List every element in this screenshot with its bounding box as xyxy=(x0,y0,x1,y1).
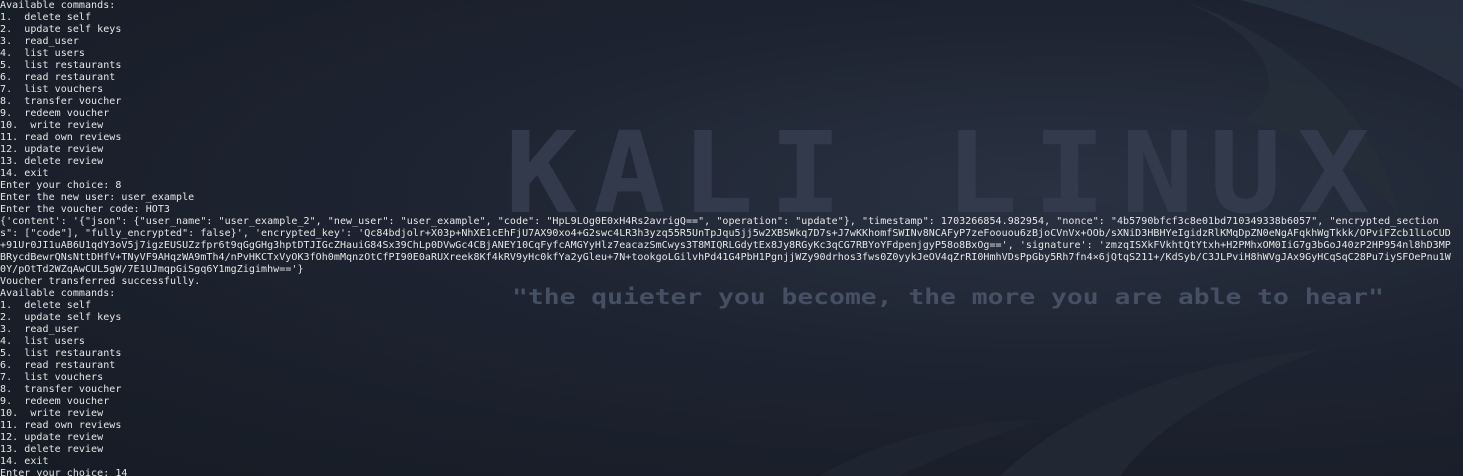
terminal-line: 3. read_user xyxy=(0,324,79,335)
terminal-line: 2. update self keys xyxy=(0,312,122,323)
terminal-line: 12. update review xyxy=(0,432,104,443)
terminal-line: 5. list restaurants xyxy=(0,60,122,71)
terminal-line: Available commands: xyxy=(0,288,116,299)
terminal-line: 14. exit xyxy=(0,456,49,467)
terminal-line: 4. list users xyxy=(0,48,85,59)
terminal-line: 7. list vouchers xyxy=(0,372,104,383)
terminal-output: Available commands: 1. delete self 2. upda… xyxy=(0,0,1463,476)
terminal-line: 10. write review xyxy=(0,408,104,419)
terminal-line: 6. read restaurant xyxy=(0,72,116,83)
terminal-line: 10. write review xyxy=(0,120,104,131)
terminal-line: 14. exit xyxy=(0,168,49,179)
terminal-line: Enter the new user: user_example xyxy=(0,192,195,203)
terminal-line: 3. read_user xyxy=(0,36,79,47)
terminal-line: 8. transfer voucher xyxy=(0,384,122,395)
terminal-line: Voucher transferred successfully. xyxy=(0,276,201,287)
terminal-line: 5. list restaurants xyxy=(0,348,122,359)
server-response-line: {'content': '{"json": {"user_name": "use… xyxy=(0,216,1451,275)
terminal-line: 9. redeem voucher xyxy=(0,108,110,119)
terminal-line: 13. delete review xyxy=(0,444,104,455)
terminal-line: 7. list vouchers xyxy=(0,84,104,95)
terminal-window[interactable]: KALI LINUX "the quieter you become, the … xyxy=(0,0,1463,476)
terminal-line: 11. read own reviews xyxy=(0,420,122,431)
terminal-line: 11. read own reviews xyxy=(0,132,122,143)
terminal-line: 1. delete self xyxy=(0,300,92,311)
terminal-line: 8. transfer voucher xyxy=(0,96,122,107)
terminal-line: Enter your choice: 8 xyxy=(0,180,122,191)
terminal-line: 1. delete self xyxy=(0,12,92,23)
terminal-line: 6. read restaurant xyxy=(0,360,116,371)
terminal-line: Enter your choice: 14 xyxy=(0,468,128,476)
terminal-line: Enter the voucher code: HOT3 xyxy=(0,204,170,215)
terminal-line: 2. update self keys xyxy=(0,24,122,35)
terminal-line: Available commands: xyxy=(0,0,116,11)
terminal-line: 4. list users xyxy=(0,336,85,347)
terminal-line: 9. redeem voucher xyxy=(0,396,110,407)
terminal-line: 13. delete review xyxy=(0,156,104,167)
terminal-line: 12. update review xyxy=(0,144,104,155)
